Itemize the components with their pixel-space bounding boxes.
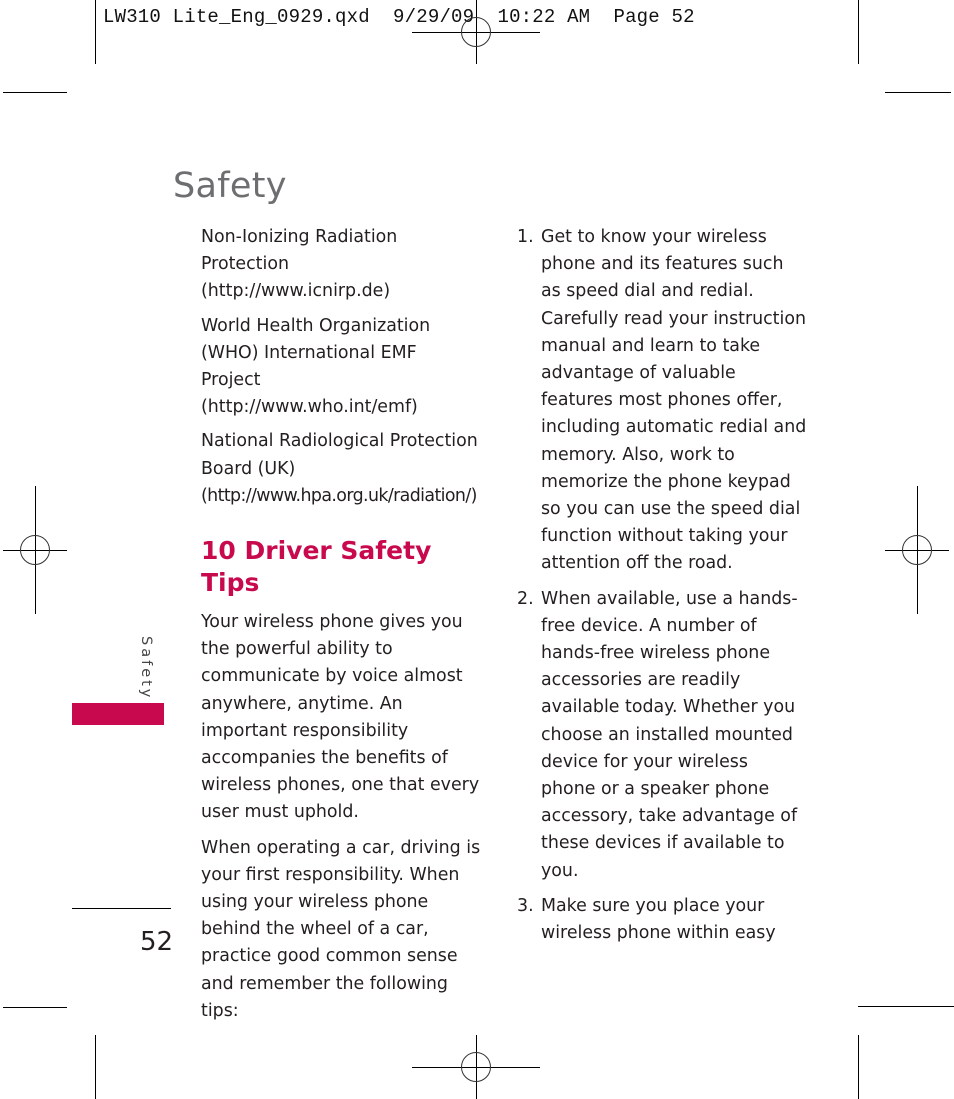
- intro-paragraph: Your wireless phone gives you the powerf…: [201, 612, 480, 823]
- right-column: 1. Get to know your wireless phone and i…: [517, 224, 807, 955]
- organization-url-link[interactable]: (http://www.hpa.org.uk/radiation/): [201, 483, 491, 510]
- tip-item: 2. When available, use a hands-free devi…: [517, 586, 807, 885]
- tip-item: 3. Make sure you place your wireless pho…: [517, 893, 807, 947]
- organization-name: (WHO) International EMF: [201, 342, 417, 363]
- footer-rule: [72, 908, 171, 909]
- tip-text: When available, use a hands-free device.…: [541, 588, 798, 881]
- tip-number: 1.: [517, 227, 534, 247]
- organization-url-link[interactable]: (http://www.who.int/emf): [201, 394, 491, 421]
- registration-target-icon: [20, 535, 50, 565]
- crop-mark-bottom-left-vertical: [95, 1035, 96, 1099]
- registration-target-icon: [461, 1052, 491, 1082]
- crop-mark-bottom-right-horizontal: [858, 1006, 954, 1007]
- tip-item: 1. Get to know your wireless phone and i…: [517, 224, 807, 578]
- registration-target-icon: [902, 535, 932, 565]
- print-slug-line: LW310 Lite_Eng_0929.qxd 9/29/09 10:22 AM…: [103, 6, 695, 28]
- crop-mark-top-right-vertical: [858, 0, 859, 64]
- organization-entry: Non-Ionizing Radiation Protection (http:…: [201, 224, 491, 306]
- page-number: 52: [140, 927, 174, 957]
- tip-text: Make sure you place your wireless phone …: [541, 895, 776, 944]
- registration-target-icon: [461, 17, 491, 47]
- organization-name: Non-Ionizing Radiation: [201, 227, 398, 247]
- left-column: Non-Ionizing Radiation Protection (http:…: [201, 224, 491, 1033]
- organization-name: World Health Organization: [201, 315, 431, 336]
- crop-mark-top-left-horizontal: [3, 92, 67, 93]
- section-heading: 10 Driver Safety Tips: [201, 536, 432, 598]
- organization-name: Protection: [201, 254, 289, 275]
- tip-text: Get to know your wireless phone and its …: [541, 227, 807, 574]
- crop-mark-bottom-right-vertical: [858, 1035, 859, 1099]
- organization-entry: World Health Organization (WHO) Internat…: [201, 313, 491, 422]
- crop-mark-top-right-horizontal: [885, 92, 951, 93]
- organization-name: National Radiological Protection: [201, 431, 478, 452]
- side-tab-bar: [72, 703, 164, 725]
- organization-entry: National Radiological Protection Board (…: [201, 428, 491, 510]
- intro-paragraph: When operating a car, driving is your fi…: [201, 837, 481, 1021]
- crop-mark-bottom-left-horizontal: [3, 1007, 67, 1008]
- organization-name: Board (UK): [201, 458, 296, 479]
- organization-url-link[interactable]: (http://www.icnirp.de): [201, 278, 491, 305]
- organization-name: Project: [201, 370, 261, 391]
- side-tab-label: Safety: [138, 636, 154, 701]
- tip-number: 3.: [517, 895, 534, 916]
- tip-number: 2.: [517, 588, 534, 609]
- page-title: Safety: [173, 166, 287, 207]
- crop-mark-top-left-vertical: [95, 0, 96, 64]
